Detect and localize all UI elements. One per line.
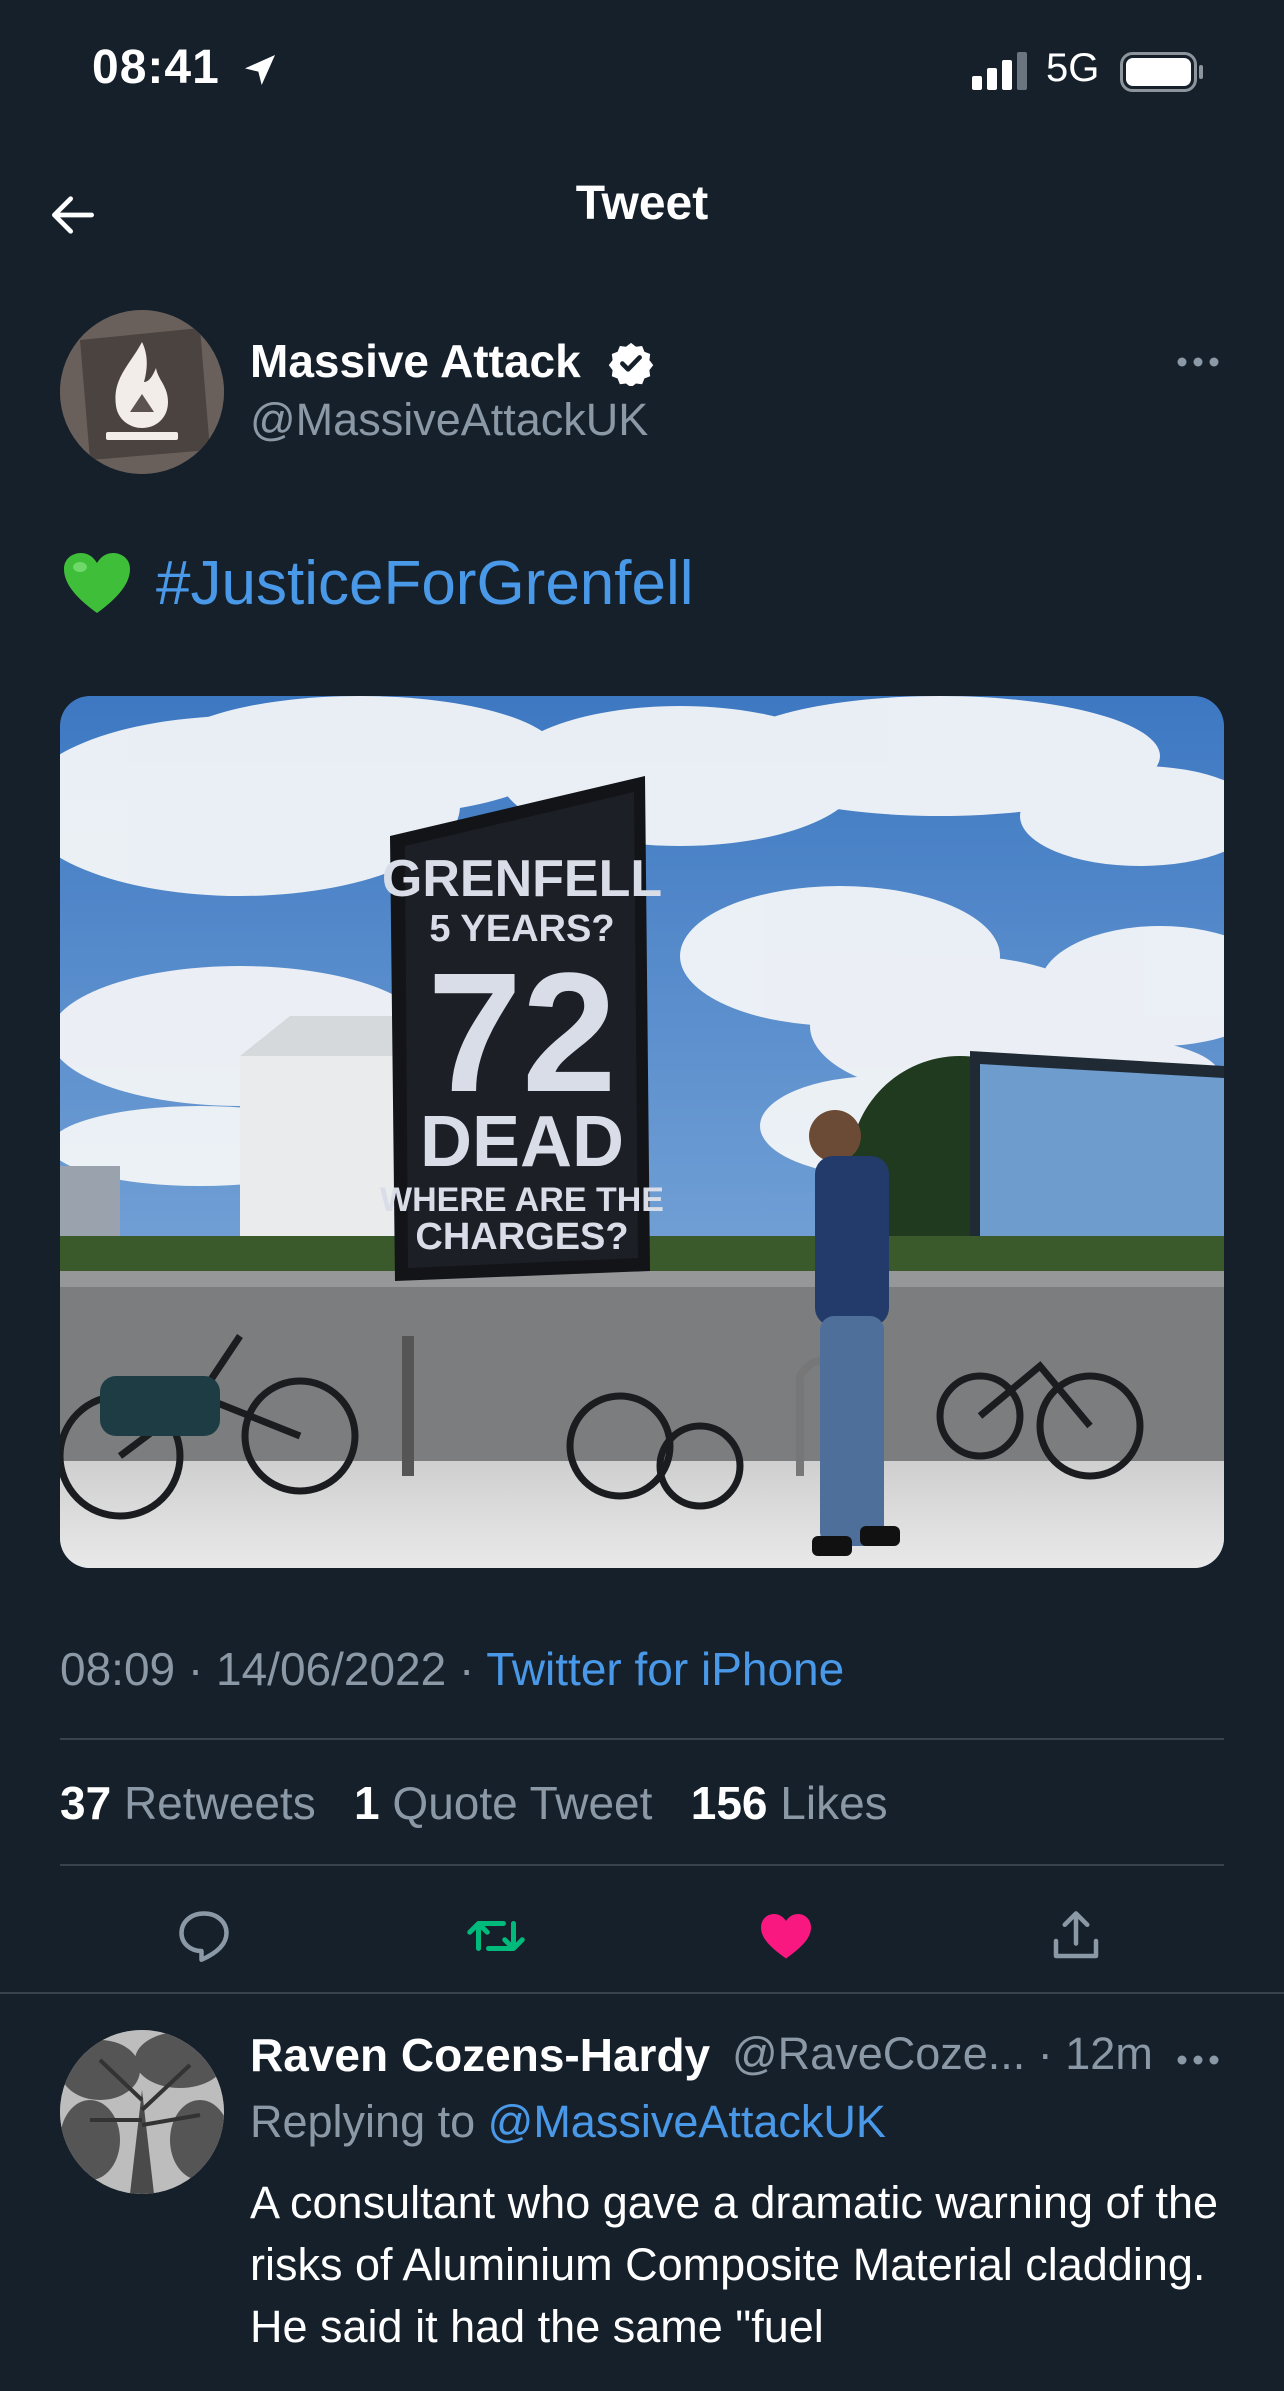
reply-author-avatar[interactable]	[60, 2030, 224, 2194]
billboard-line4: DEAD	[420, 1102, 624, 1182]
retweet-button[interactable]	[456, 1896, 536, 1976]
reply-handle-and-time[interactable]: @RaveCoze... · 12m	[732, 2028, 1153, 2080]
tweet-source-link[interactable]: Twitter for iPhone	[486, 1643, 844, 1695]
tweet-image[interactable]: GRENFELL 5 YEARS? 72 DEAD WHERE ARE THE …	[60, 696, 1224, 1568]
replying-to-label: Replying to	[250, 2096, 488, 2147]
more-options-icon[interactable]	[1168, 2038, 1228, 2082]
tweet-text: #JusticeForGrenfell	[62, 548, 694, 619]
share-button[interactable]	[1036, 1896, 1116, 1976]
divider	[0, 1992, 1284, 1994]
reply-text: A consultant who gave a dramatic warning…	[250, 2177, 1219, 2352]
replying-to-line: Replying to @MassiveAttackUK	[250, 2096, 886, 2148]
tree-photo-icon	[60, 2030, 224, 2194]
more-options-icon[interactable]	[1168, 340, 1228, 384]
share-icon	[1053, 1911, 1099, 1959]
retweet-icon	[467, 1921, 525, 1951]
reply-button[interactable]	[164, 1896, 244, 1976]
status-time: 08:41	[92, 41, 220, 94]
replying-to-handle-link[interactable]: @MassiveAttackUK	[488, 2096, 886, 2147]
billboard-line5: WHERE ARE THE	[380, 1181, 664, 1219]
reply-author-name[interactable]: Raven Cozens-Hardy	[250, 2028, 710, 2082]
billboard-line6: CHARGES?	[415, 1216, 628, 1258]
author-name[interactable]: Massive Attack	[250, 334, 581, 388]
divider	[60, 1738, 1224, 1740]
tweet-timestamp: 08:09 · 14/06/2022 ·	[60, 1643, 487, 1695]
author-handle[interactable]: @MassiveAttackUK	[250, 394, 648, 446]
cellular-signal-icon	[972, 52, 1027, 90]
heart-filled-icon	[761, 1914, 811, 1959]
likes-stat[interactable]: 156 Likes	[691, 1777, 888, 1829]
billboard-line1: GRENFELL	[382, 850, 662, 908]
battery-icon	[1120, 52, 1203, 92]
green-heart-emoji-icon	[64, 552, 130, 613]
quote-tweets-stat[interactable]: 1 Quote Tweet	[354, 1777, 652, 1829]
like-button[interactable]	[746, 1896, 826, 1976]
location-arrow-icon	[245, 55, 275, 85]
retweets-stat[interactable]: 37 Retweets	[60, 1777, 316, 1829]
reply-icon	[179, 1911, 229, 1962]
billboard-line3: 72	[427, 938, 616, 1128]
tweet-stats: 37 Retweets 1 Quote Tweet 156 Likes	[60, 1776, 888, 1830]
flame-logo-icon	[60, 310, 224, 474]
network-type: 5G	[1046, 46, 1100, 90]
divider	[60, 1864, 1224, 1866]
verified-badge-icon	[608, 342, 654, 386]
tweet-timestamp-line: 08:09 · 14/06/2022 · Twitter for iPhone	[60, 1642, 844, 1696]
page-title: Tweet	[575, 177, 709, 230]
author-avatar[interactable]	[60, 310, 224, 474]
hashtag-link[interactable]: #JusticeForGrenfell	[156, 548, 694, 619]
billboard-photo: GRENFELL 5 YEARS? 72 DEAD WHERE ARE THE …	[60, 696, 1224, 1568]
